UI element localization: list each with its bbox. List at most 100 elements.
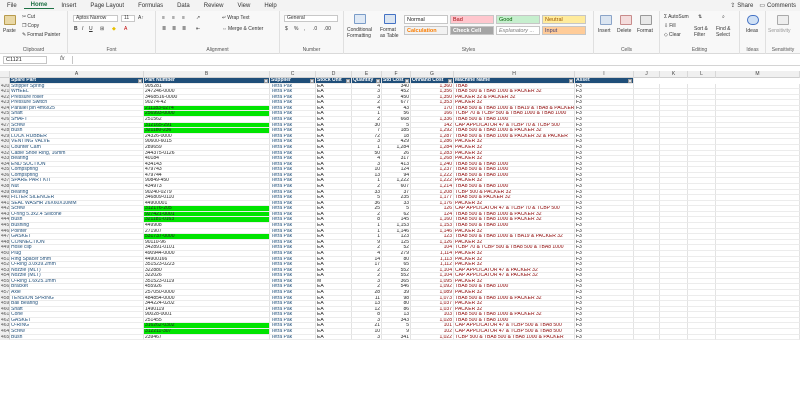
column-header-c[interactable]: C <box>270 71 316 78</box>
column-header-i[interactable]: I <box>575 71 634 78</box>
clear-button[interactable]: ◇ Clear <box>664 32 681 38</box>
style-normal[interactable]: Normal <box>404 15 448 24</box>
sort-filter-button[interactable]: Sort & Filter <box>694 26 716 38</box>
fill-button[interactable]: ⇩ Fill <box>664 23 676 29</box>
filter-dropdown-icon[interactable] <box>138 79 142 83</box>
currency-icon[interactable]: $ <box>285 26 288 32</box>
conditional-formatting-button[interactable]: Conditional Formatting <box>347 27 379 39</box>
delete-button[interactable]: Delete <box>617 28 631 34</box>
column-header-f[interactable]: F <box>382 71 411 78</box>
tab-page-layout[interactable]: Page Layout <box>83 3 131 9</box>
style-bad[interactable]: Bad <box>450 15 494 24</box>
orientation-icon[interactable]: ↗ <box>196 15 200 21</box>
font-color-icon[interactable]: A <box>124 26 127 32</box>
cell-std-cost[interactable]: 341 <box>382 334 411 341</box>
tab-data[interactable]: Data <box>170 3 197 9</box>
name-box[interactable]: C1121 <box>3 56 47 64</box>
align-left-icon[interactable]: ≣ <box>162 26 166 32</box>
underline-icon[interactable]: U <box>89 26 93 32</box>
conditional-formatting-icon <box>354 14 366 24</box>
grow-font-icon[interactable]: A↑ <box>138 15 144 21</box>
cell-empty[interactable] <box>688 334 716 341</box>
cell-machine-name[interactable]: TCBP 500 & TBA8 500 & TBA8 1000 & PACKER <box>454 334 575 341</box>
tab-formulas[interactable]: Formulas <box>131 3 170 9</box>
bold-icon[interactable]: B <box>74 26 78 32</box>
copy-button[interactable]: ❐ Copy <box>22 23 39 29</box>
cell-quantity[interactable]: 3 <box>352 334 382 341</box>
column-header-h[interactable]: H <box>454 71 575 78</box>
cut-button[interactable]: ✂ Cut <box>22 14 35 20</box>
tab-view[interactable]: View <box>230 3 257 9</box>
filter-dropdown-icon[interactable] <box>569 79 573 83</box>
tab-home[interactable]: Home <box>23 2 55 9</box>
italic-icon[interactable]: I <box>82 26 83 32</box>
insert-button[interactable]: Insert <box>598 28 611 34</box>
cell-spare-part[interactable]: Bush <box>10 334 144 341</box>
column-header-l[interactable]: L <box>688 71 716 78</box>
filter-dropdown-icon[interactable] <box>448 79 452 83</box>
cell-supplier[interactable]: Tetra Pak <box>270 334 316 341</box>
column-header-a[interactable]: A <box>10 71 144 78</box>
autosum-button[interactable]: Σ AutoSum <box>664 14 689 20</box>
select-all-corner[interactable] <box>0 71 10 78</box>
format-as-table-button[interactable]: Format as Table <box>380 27 402 39</box>
cell-empty[interactable] <box>634 334 660 341</box>
column-header-e[interactable]: E <box>352 71 382 78</box>
column-header-d[interactable]: D <box>316 71 352 78</box>
style-check-cell[interactable]: Check Cell <box>450 26 494 35</box>
column-header-g[interactable]: G <box>411 71 454 78</box>
indent-icon[interactable]: ⇤ <box>196 26 200 32</box>
align-bottom-icon[interactable]: ≡ <box>182 15 185 21</box>
column-header-j[interactable]: J <box>634 71 660 78</box>
paste-button[interactable]: Paste <box>3 28 16 34</box>
style-neutral[interactable]: Neutral <box>542 15 586 24</box>
filter-dropdown-icon[interactable] <box>346 79 350 83</box>
style-calculation[interactable]: Calculation <box>404 26 448 35</box>
tab-help[interactable]: Help <box>257 3 283 9</box>
sensitivity-button[interactable]: Sensitivity <box>768 28 791 34</box>
align-top-icon[interactable]: ≡ <box>162 15 165 21</box>
share-button[interactable]: ⇪ Share <box>730 2 753 10</box>
borders-icon[interactable]: ⊞ <box>100 26 104 32</box>
merge-center-button[interactable]: ⇔ Merge & Center <box>222 26 263 32</box>
find-select-button[interactable]: Find & Select <box>716 26 740 38</box>
ideas-button[interactable]: Ideas <box>746 28 758 34</box>
fill-color-icon[interactable]: ◆ <box>112 26 116 32</box>
column-header-b[interactable]: B <box>144 71 270 78</box>
row-number[interactable]: 465 <box>0 334 10 341</box>
format-button[interactable]: Format <box>637 28 653 34</box>
font-size-select[interactable]: 11 <box>121 15 135 22</box>
column-header-m[interactable]: M <box>716 71 800 78</box>
filter-dropdown-icon[interactable] <box>628 79 632 83</box>
cell-onhand-cost[interactable]: 1,022 <box>411 334 454 341</box>
formula-input[interactable] <box>72 56 792 64</box>
cell-empty[interactable] <box>716 334 800 341</box>
cell-asset[interactable]: F3 <box>575 334 634 341</box>
align-middle-icon[interactable]: ≡ <box>172 15 175 21</box>
align-center-icon[interactable]: ≣ <box>172 26 176 32</box>
comments-button[interactable]: ▭ Comments <box>759 2 796 10</box>
tab-insert[interactable]: Insert <box>54 3 83 9</box>
style-good[interactable]: Good <box>496 15 540 24</box>
comma-icon[interactable]: , <box>304 26 305 32</box>
tab-review[interactable]: Review <box>197 3 231 9</box>
column-header-k[interactable]: K <box>660 71 688 78</box>
filter-dropdown-icon[interactable] <box>376 79 380 83</box>
number-format-select[interactable]: General <box>284 15 338 22</box>
tab-file[interactable]: File <box>0 3 24 9</box>
decrease-decimal-icon[interactable]: .00 <box>324 26 331 32</box>
style-input[interactable]: Input <box>542 26 586 35</box>
filter-dropdown-icon[interactable] <box>310 79 314 83</box>
cell-stock-unit[interactable]: EA <box>316 334 352 341</box>
filter-dropdown-icon[interactable] <box>264 79 268 83</box>
percent-icon[interactable]: % <box>294 26 298 32</box>
increase-decimal-icon[interactable]: .0 <box>313 26 317 32</box>
wrap-text-button[interactable]: ↵ Wrap Text <box>222 15 250 21</box>
format-painter-button[interactable]: ✎ Format Painter <box>22 32 60 38</box>
font-name-select[interactable]: Aptos Narrow <box>73 15 118 22</box>
filter-dropdown-icon[interactable] <box>405 79 409 83</box>
style-explanatory[interactable]: Explanatory ... <box>496 26 540 35</box>
cell-part-number[interactable]: 239467 <box>144 334 270 341</box>
cell-empty[interactable] <box>660 334 688 341</box>
align-right-icon[interactable]: ≣ <box>182 26 186 32</box>
